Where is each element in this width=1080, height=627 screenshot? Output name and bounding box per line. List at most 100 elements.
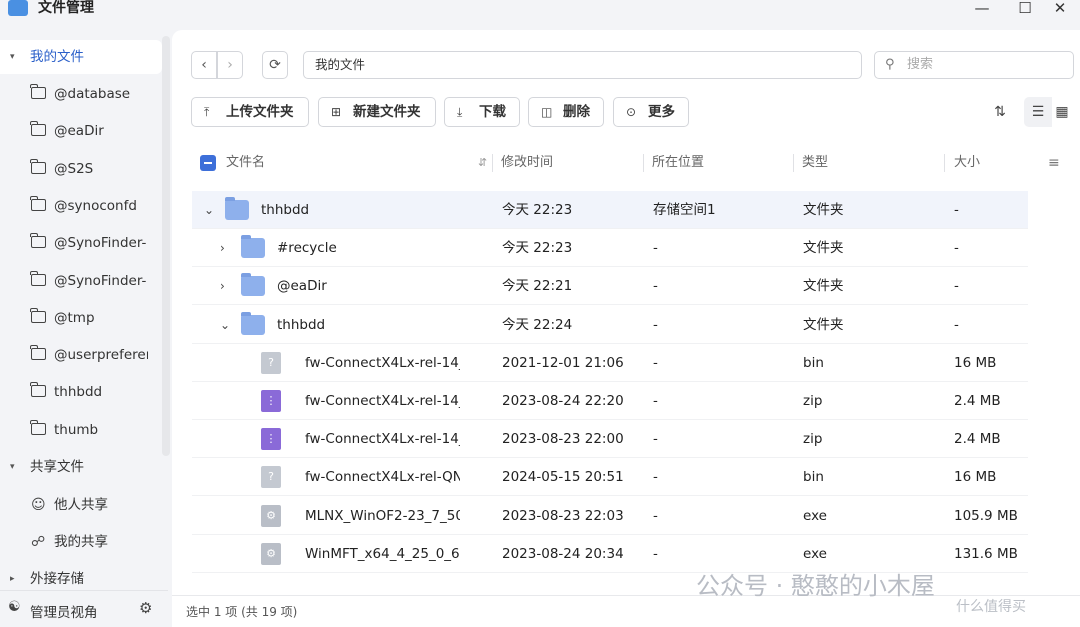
chevron-right-icon[interactable]: › — [220, 267, 225, 305]
table-row[interactable]: › #recycle 今天 22:23 - 文件夹 - — [192, 229, 1028, 268]
sort-arrows-icon[interactable]: ⇵ — [478, 146, 487, 180]
sidebar-item-label: @synoconfd — [54, 197, 137, 214]
gear-icon[interactable]: ⚙ — [139, 599, 152, 617]
trash-icon: ◫ — [541, 105, 553, 119]
column-header-type[interactable]: 类型 — [802, 146, 828, 180]
table-row[interactable]: ? fw-ConnectX4Lx-rel-14_32_1... 2021-12-01… — [192, 344, 1028, 382]
sidebar-footer: ☯ 管理员视角 ⚙ — [0, 590, 168, 627]
sidebar-shared-item[interactable]: ☍ 我的共享 — [0, 525, 162, 559]
location: - — [653, 469, 658, 486]
file-name: @eaDir — [277, 278, 327, 295]
delete-button[interactable]: ◫ 删除 — [528, 97, 604, 127]
zip-file-icon: ⋮ — [261, 428, 281, 451]
column-header-location[interactable]: 所在位置 — [652, 146, 704, 180]
file-size: 16 MB — [954, 469, 997, 486]
refresh-icon: ⟳ — [269, 57, 281, 73]
download-button[interactable]: ⤓ 下载 — [444, 97, 520, 127]
unknown-file-icon: ? — [261, 351, 281, 374]
sidebar-item-my-files[interactable]: ▾ 我的文件 — [0, 40, 162, 74]
column-settings-icon[interactable]: ≡ — [1048, 146, 1060, 180]
sidebar-item-label: thhbdd — [54, 384, 103, 401]
watermark-sub: 什么值得买 — [956, 599, 1026, 615]
modified-time: 2023-08-24 20:34 — [502, 545, 624, 562]
column-header-name[interactable]: 文件名 — [226, 146, 265, 180]
file-size: 131.6 MB — [954, 545, 1018, 562]
admin-view-label[interactable]: 管理员视角 — [30, 601, 98, 621]
table-row[interactable]: ? fw-ConnectX4Lx-rel-QNAP-... 2024-05-15 2… — [192, 458, 1028, 497]
file-size: - — [954, 240, 959, 257]
modified-time: 今天 22:24 — [502, 316, 573, 333]
chevron-right-icon: › — [227, 57, 233, 73]
sidebar-item-label: @S2S — [54, 160, 94, 177]
modified-time: 2021-12-01 21:06 — [502, 354, 624, 371]
sidebar-folder-item[interactable]: @SynoFinder- — [0, 264, 162, 298]
window-title: 文件管理 — [38, 0, 94, 16]
new-folder-button[interactable]: ⊞ 新建文件夹 — [318, 97, 436, 127]
search-placeholder: 搜索 — [907, 57, 934, 72]
back-button[interactable]: ‹ — [191, 51, 217, 79]
sidebar-item-shared-files[interactable]: ▾ 共享文件 — [0, 450, 162, 484]
table-row[interactable]: ⌄ thhbdd 今天 22:24 - 文件夹 - — [192, 306, 1028, 344]
sidebar-folder-item[interactable]: @userpreferen — [0, 338, 162, 372]
sidebar-folder-item[interactable]: thumb — [0, 413, 162, 447]
table-row[interactable]: ⌄ thhbdd 今天 22:23 存储空间1 文件夹 - — [192, 191, 1028, 229]
file-name: fw-ConnectX4Lx-rel-14_32_1... — [305, 354, 460, 371]
file-name: MLNX_WinOF2-23_7_50000_... — [305, 507, 460, 524]
file-type: zip — [803, 431, 823, 448]
table-row[interactable]: ⋮ fw-ConnectX4Lx-rel-14_32_1... 2023-08-24… — [192, 382, 1028, 420]
upload-folder-button[interactable]: ⤒ 上传文件夹 — [191, 97, 309, 127]
sort-icon[interactable]: ⇅ — [986, 97, 1014, 127]
file-size: - — [954, 316, 959, 333]
chevron-right-icon[interactable]: › — [220, 229, 225, 267]
select-all-checkbox[interactable] — [200, 155, 216, 171]
column-header-modified[interactable]: 修改时间 — [501, 146, 553, 180]
column-divider — [643, 154, 644, 172]
file-type: 文件夹 — [803, 278, 844, 295]
grid-view-icon[interactable]: ▦ — [1048, 97, 1076, 127]
modified-time: 今天 22:23 — [502, 240, 573, 257]
location: - — [653, 393, 658, 409]
sidebar-folder-item[interactable]: @tmp — [0, 301, 162, 335]
file-type: 文件夹 — [803, 316, 844, 333]
sidebar-folder-item[interactable]: @eaDir — [0, 114, 162, 148]
chevron-down-icon[interactable]: ⌄ — [220, 306, 230, 344]
sidebar-folder-item[interactable]: @SynoFinder- — [0, 226, 162, 260]
folder-outline-icon — [30, 158, 46, 174]
modified-time: 2023-08-24 22:20 — [502, 393, 624, 409]
file-size: - — [954, 278, 959, 295]
column-header-size[interactable]: 大小 — [954, 146, 980, 180]
sidebar-folder-item[interactable]: @S2S — [0, 152, 162, 186]
new-folder-icon: ⊞ — [331, 105, 342, 119]
location: - — [653, 240, 658, 257]
title-bar: 文件管理 — ☐ ✕ — [0, 0, 1080, 22]
search-input[interactable]: ⚲ 搜索 — [874, 51, 1074, 79]
sidebar-scrollbar[interactable] — [162, 36, 170, 456]
chevron-down-icon[interactable]: ⌄ — [204, 191, 214, 229]
more-icon: ⊙ — [626, 105, 637, 119]
file-name: #recycle — [277, 240, 337, 257]
table-row[interactable]: ⚙ MLNX_WinOF2-23_7_50000_... 2023-08-23 22… — [192, 497, 1028, 535]
file-name: thhbdd — [261, 202, 310, 218]
sidebar-folder-item[interactable]: thhbdd — [0, 375, 162, 409]
close-icon[interactable]: ✕ — [1048, 0, 1072, 18]
executable-file-icon: ⚙ — [261, 504, 281, 527]
path-bar[interactable]: 我的文件 — [303, 51, 862, 79]
location: - — [653, 278, 658, 295]
folder-outline-icon — [30, 233, 46, 249]
sidebar-shared-item[interactable]: ☺ 他人共享 — [0, 488, 162, 522]
more-button[interactable]: ⊙ 更多 — [613, 97, 689, 127]
sidebar-folder-item[interactable]: @synoconfd — [0, 189, 162, 223]
main-panel: ‹ › ⟳ 我的文件 ⚲ 搜索 ⤒ 上传文件夹 ⊞ 新建文件夹 ⤓ 下载 ◫ 删除 ⊙ 更… — [172, 30, 1080, 627]
sidebar-folder-item[interactable]: @database — [0, 77, 162, 111]
watermark: 公众号 · 憨憨的小木屋 — [696, 572, 935, 600]
file-type: exe — [803, 507, 827, 524]
refresh-button[interactable]: ⟳ — [262, 51, 288, 79]
file-type: bin — [803, 354, 824, 371]
forward-button[interactable]: › — [217, 51, 243, 79]
table-row[interactable]: › @eaDir 今天 22:21 - 文件夹 - — [192, 267, 1028, 306]
table-row[interactable]: ⋮ fw-ConnectX4Lx-rel-14_32_1... 2023-08-23… — [192, 420, 1028, 459]
location: - — [653, 545, 658, 562]
maximize-icon[interactable]: ☐ — [1013, 0, 1037, 18]
selection-status: 选中 1 项 (共 19 项) — [186, 605, 298, 619]
minimize-icon[interactable]: — — [970, 0, 994, 18]
